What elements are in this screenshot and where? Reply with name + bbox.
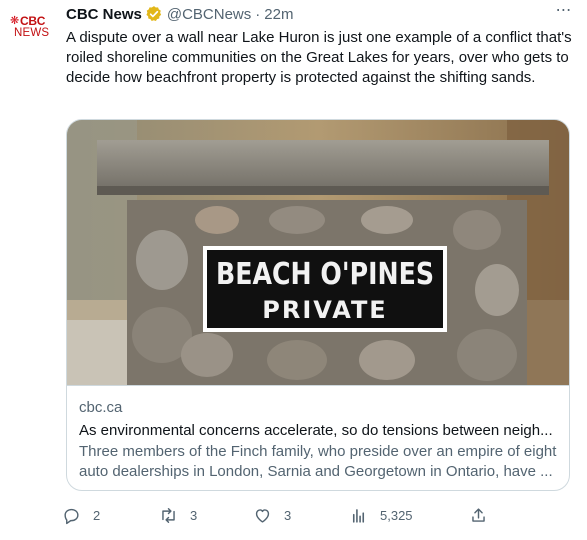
reply-icon: [64, 508, 79, 524]
like-count: 3: [284, 507, 292, 523]
share-icon: [472, 507, 485, 522]
action-bar: 2 3 3 5,325: [62, 503, 492, 527]
author-name[interactable]: CBC News: [66, 6, 142, 23]
card-description: Three members of the Finch family, who p…: [79, 443, 557, 480]
retweet-count: 3: [190, 507, 198, 523]
card-body: cbc.ca As environmental concerns acceler…: [67, 385, 569, 490]
card-domain: cbc.ca: [79, 399, 123, 416]
author-handle[interactable]: @CBCNews: [167, 6, 251, 23]
analytics-icon: [352, 508, 365, 523]
heart-icon: [255, 508, 270, 523]
retweet-icon: [162, 507, 175, 523]
retweet-button[interactable]: 3: [159, 503, 197, 527]
tweet-timestamp[interactable]: 22m: [264, 6, 293, 23]
card-title: As environmental concerns accelerate, so…: [79, 422, 553, 439]
tweet-header: CBC News @CBCNews · 22m: [66, 4, 293, 24]
reply-button[interactable]: 2: [62, 503, 100, 527]
link-card[interactable]: BEACH O'PINES PRIVATE cbc.ca As environm…: [66, 119, 570, 491]
more-options-icon[interactable]: ⋯: [553, 3, 575, 24]
tweet-text: A dispute over a wall near Lake Huron is…: [66, 29, 572, 86]
views-button[interactable]: 5,325: [349, 503, 413, 527]
card-image: BEACH O'PINES PRIVATE: [67, 120, 569, 385]
share-button[interactable]: [469, 503, 500, 527]
like-button[interactable]: 3: [253, 503, 291, 527]
avatar[interactable]: ❋ CBC NEWS: [10, 14, 50, 42]
sign-line-1: BEACH O'PINES: [216, 257, 434, 292]
reply-count: 2: [93, 507, 101, 523]
avatar-text-top: CBC: [20, 14, 46, 28]
views-count: 5,325: [380, 507, 413, 523]
sign-line-2: PRIVATE: [262, 296, 387, 324]
tweet[interactable]: ❋ CBC NEWS CBC News @CBCNews · 22m ⋯ A d…: [0, 0, 587, 540]
cbc-gem-icon: ❋: [10, 15, 20, 27]
separator-dot: ·: [255, 5, 261, 23]
verified-badge-icon[interactable]: [145, 5, 163, 23]
avatar-text-bottom: NEWS: [14, 27, 50, 39]
